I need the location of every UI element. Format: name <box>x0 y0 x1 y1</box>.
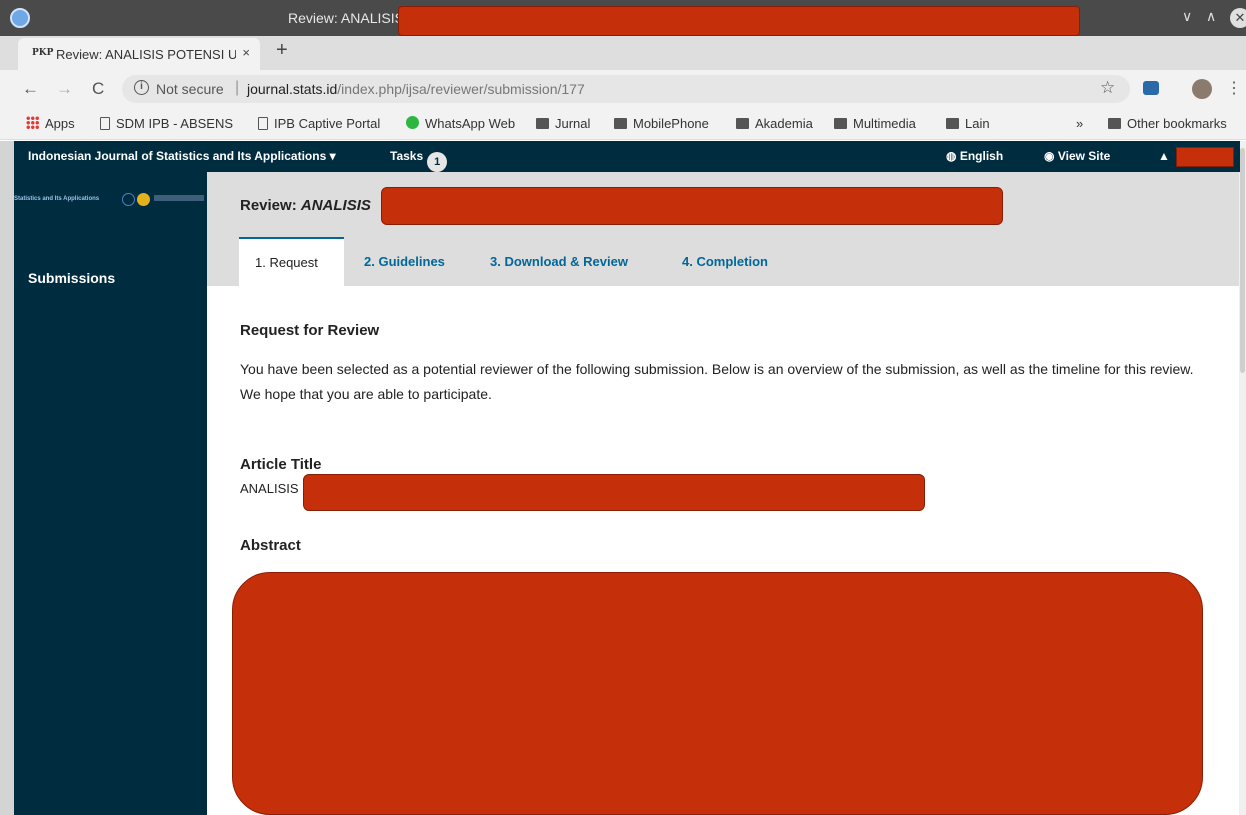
page-header: Review: ANALISIS 1. Request 2. Guideline… <box>207 172 1239 286</box>
abstract-label: Abstract <box>240 537 301 554</box>
logo-emblem-icon <box>137 193 150 206</box>
whatsapp-icon <box>406 116 419 129</box>
bookmark-ipb-captive[interactable]: IPB Captive Portal <box>258 116 380 131</box>
main-content: Review: ANALISIS 1. Request 2. Guideline… <box>207 172 1239 815</box>
close-window-icon[interactable]: ✕ <box>1230 8 1246 28</box>
request-text: You have been selected as a potential re… <box>240 361 1194 402</box>
folder-icon <box>736 118 749 129</box>
info-icon[interactable]: i <box>134 80 149 95</box>
browser-logo-icon <box>10 8 30 28</box>
reload-icon[interactable]: C <box>92 79 104 99</box>
bookmark-lain[interactable]: Lain <box>946 116 990 131</box>
url-text: journal.stats.id/index.php/ijsa/reviewer… <box>247 81 585 97</box>
folder-icon <box>1108 118 1121 129</box>
new-tab-button[interactable]: + <box>276 39 288 62</box>
bookmark-sdm-ipb[interactable]: SDM IPB - ABSENS <box>100 116 233 131</box>
tab-close-icon[interactable]: × <box>242 45 250 60</box>
folder-icon <box>834 118 847 129</box>
browser-menu-icon[interactable]: ⋮ <box>1226 78 1242 98</box>
not-secure-label: Not secure <box>156 81 224 97</box>
tab-completion[interactable]: 4. Completion <box>682 254 768 269</box>
user-icon[interactable]: ▲ <box>1158 149 1170 163</box>
tab-guidelines[interactable]: 2. Guidelines <box>364 254 445 269</box>
page-title-italic: ANALISIS <box>300 197 371 214</box>
eye-icon: ◉ <box>1044 149 1055 163</box>
folder-icon <box>614 118 627 129</box>
tab-download-review[interactable]: 3. Download & Review <box>490 254 628 269</box>
bookmark-jurnal[interactable]: Jurnal <box>536 116 590 131</box>
ojs-header: Indonesian Journal of Statistics and Its… <box>14 141 1240 172</box>
logo-text: Statistics and Its Applications <box>14 196 100 202</box>
view-site-link[interactable]: ◉ View Site <box>1044 149 1110 163</box>
journal-logo[interactable]: Statistics and Its Applications <box>14 190 207 212</box>
folder-icon <box>946 118 959 129</box>
request-heading: Request for Review <box>240 322 380 339</box>
tasks-count-badge: 1 <box>427 152 448 172</box>
browser-toolbar: ← → C i Not secure | journal.stats.id/in… <box>0 70 1246 108</box>
tab-strip: PKP Review: ANALISIS POTENSI U × <box>0 36 1246 70</box>
maximize-icon[interactable]: ∧ <box>1206 8 1216 25</box>
redacted-abstract <box>232 572 1203 815</box>
bookmark-akademia[interactable]: Akademia <box>736 116 813 131</box>
browser-tab[interactable]: PKP Review: ANALISIS POTENSI U × <box>18 38 260 70</box>
bookmarks-overflow-icon[interactable]: » <box>1076 116 1083 131</box>
apps-grid-icon <box>26 116 39 129</box>
tasks-button[interactable]: Tasks 1 <box>390 149 448 172</box>
redacted-username <box>1176 147 1234 167</box>
tab-request[interactable]: 1. Request <box>239 237 344 286</box>
folder-icon <box>536 118 549 129</box>
language-button[interactable]: ◍ English <box>946 149 1003 163</box>
url-domain: journal.stats.id <box>247 81 338 97</box>
redacted-page-title <box>381 187 1003 225</box>
url-path: /index.php/ijsa/reviewer/submission/177 <box>337 81 585 97</box>
bookmark-multimedia[interactable]: Multimedia <box>834 116 916 131</box>
sidebar-item-submissions[interactable]: Submissions <box>28 270 115 286</box>
journal-switcher[interactable]: Indonesian Journal of Statistics and Its… <box>28 149 336 163</box>
chevron-down-icon: ▾ <box>329 149 336 163</box>
window-titlebar: Review: ANALISIS ∨ ∧ ✕ <box>0 0 1246 36</box>
page-title: Review: ANALISIS <box>240 197 371 214</box>
window-edge <box>0 141 14 815</box>
bookmark-whatsapp[interactable]: WhatsApp Web <box>406 116 515 131</box>
address-bar[interactable]: i Not secure | journal.stats.id/index.ph… <box>122 75 1130 103</box>
profile-avatar[interactable] <box>1192 79 1212 99</box>
extension-icon[interactable] <box>1143 81 1159 95</box>
window-title: Review: ANALISIS <box>288 10 404 26</box>
tab-title: Review: ANALISIS POTENSI U <box>56 47 236 62</box>
pkp-favicon-icon: PKP <box>32 48 54 58</box>
bookmark-star-icon[interactable]: ☆ <box>1100 78 1115 98</box>
page-icon <box>100 117 110 130</box>
bookmark-apps[interactable]: Apps <box>26 116 75 131</box>
redacted-article-title <box>303 474 925 511</box>
forward-icon[interactable]: → <box>56 79 73 99</box>
sidebar: Statistics and Its Applications Submissi… <box>14 172 207 815</box>
page-icon <box>258 117 268 130</box>
back-icon[interactable]: ← <box>22 79 39 99</box>
logo-seal-icon <box>122 193 135 206</box>
bookmark-other[interactable]: Other bookmarks <box>1108 116 1227 131</box>
url-separator: | <box>235 79 240 96</box>
article-title-value: ANALISIS <box>240 481 299 496</box>
globe-icon: ◍ <box>946 149 957 163</box>
bookmarks-bar: Apps SDM IPB - ABSENS IPB Captive Portal… <box>0 108 1246 140</box>
article-title-label: Article Title <box>240 456 322 473</box>
logo-subtitle-mark <box>154 195 204 201</box>
scrollbar-thumb[interactable] <box>1240 148 1245 373</box>
bookmark-mobilephone[interactable]: MobilePhone <box>614 116 709 131</box>
minimize-icon[interactable]: ∨ <box>1182 8 1192 25</box>
redacted-title <box>398 6 1080 36</box>
